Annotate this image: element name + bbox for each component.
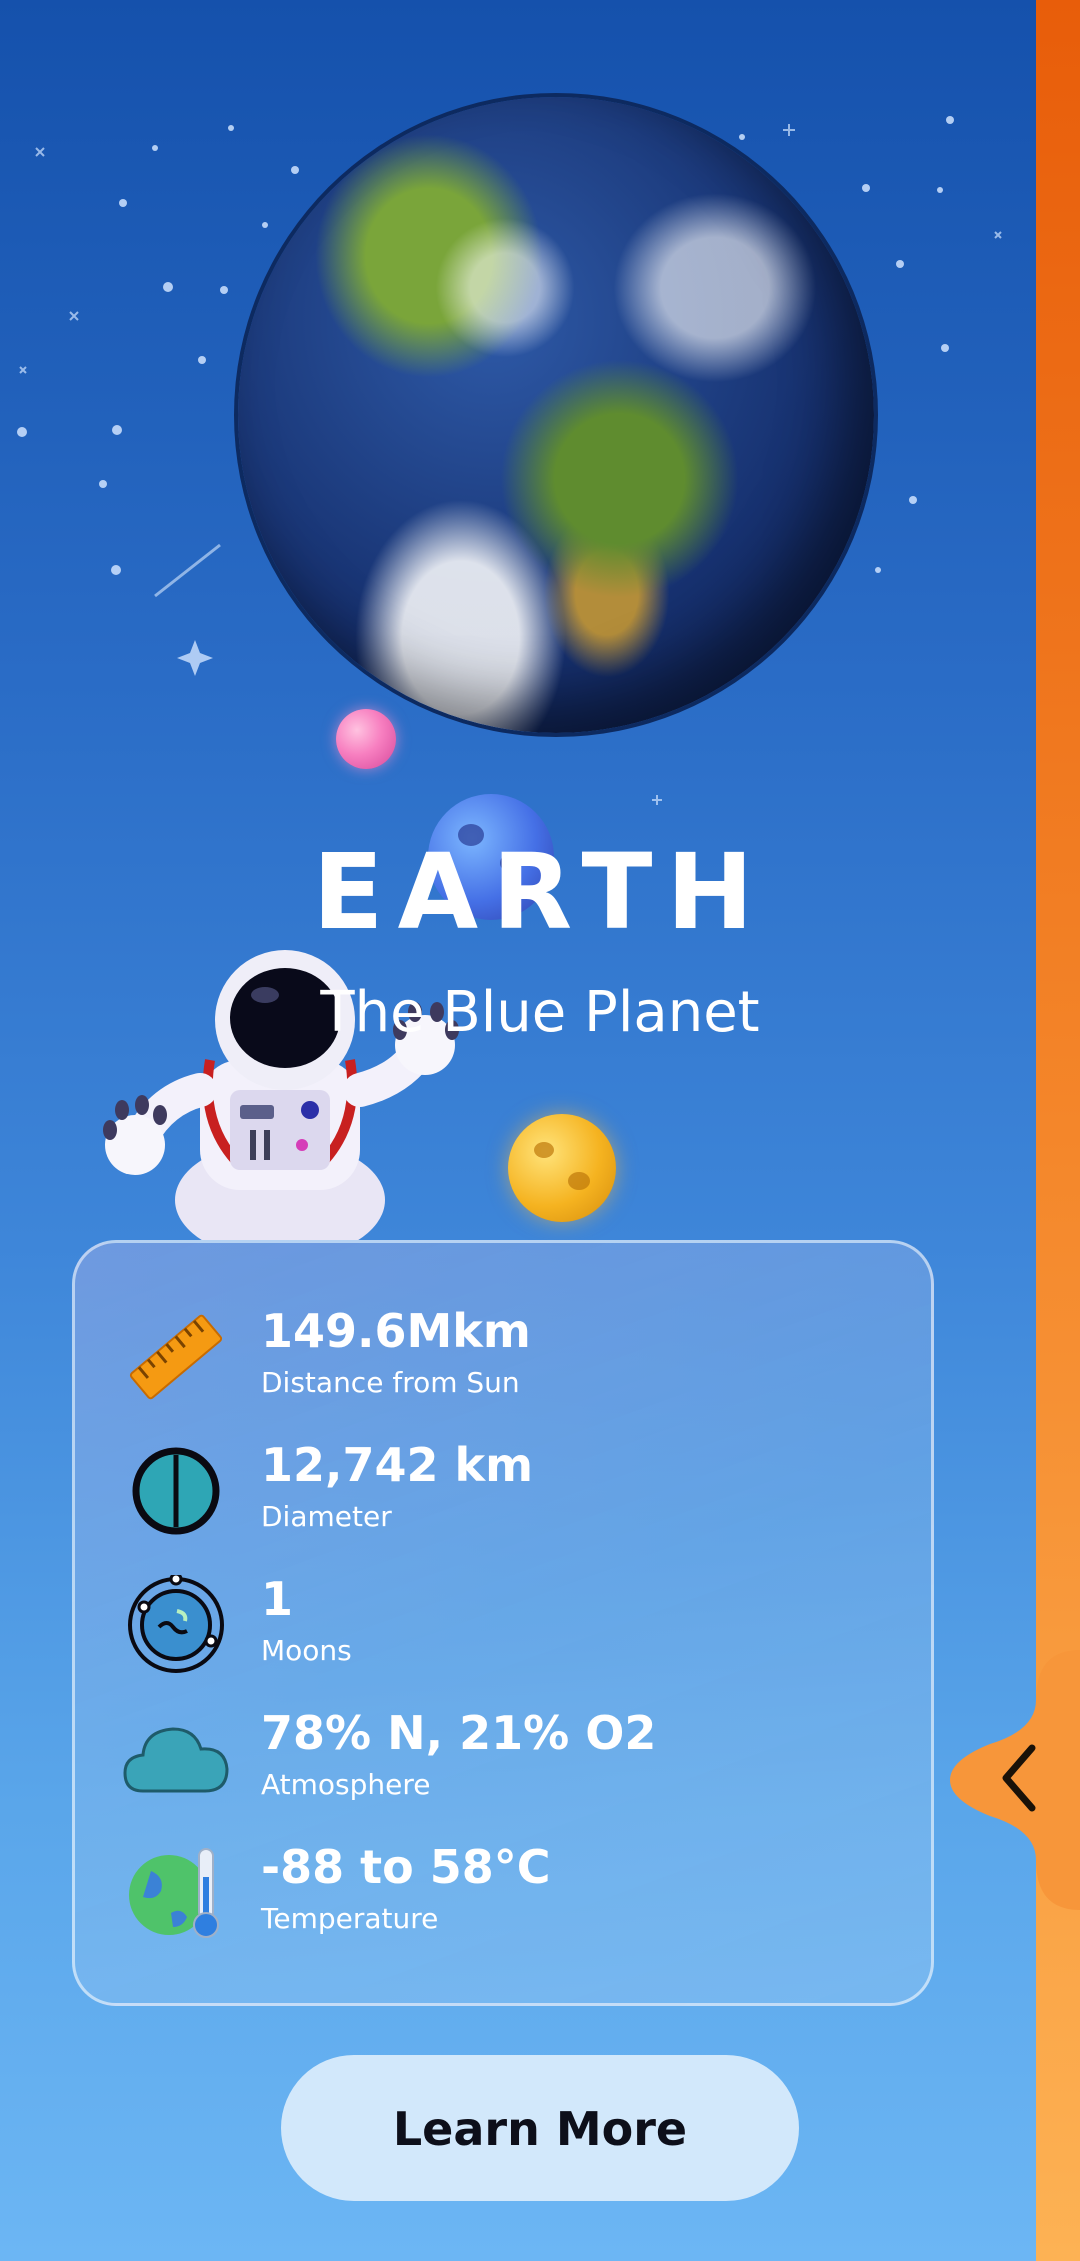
moon-orbit-icon [128, 1575, 224, 1673]
earth-illustration [238, 97, 874, 733]
stat-label: Distance from Sun [261, 1366, 520, 1399]
stat-distance: 149.6Mkm Distance from Sun [75, 1301, 931, 1421]
stat-value: 78% N, 21% O2 [261, 1706, 657, 1760]
stat-value: 1 [261, 1572, 294, 1626]
pink-planet-decoration [336, 709, 396, 769]
stat-value: 12,742 km [261, 1438, 534, 1492]
thermometer-globe-icon [129, 1848, 219, 1938]
planet-subtitle: The Blue Planet [320, 980, 760, 1045]
stat-moons: 1 Moons [75, 1569, 931, 1689]
learn-more-button[interactable]: Learn More [281, 2055, 799, 2201]
stat-label: Moons [261, 1634, 352, 1667]
stat-value: 149.6Mkm [261, 1304, 531, 1358]
collapse-drawer-handle[interactable] [950, 1650, 1080, 1910]
stat-atmosphere: 78% N, 21% O2 Atmosphere [75, 1703, 931, 1823]
diameter-icon [132, 1447, 220, 1535]
cloud-icon [123, 1727, 229, 1793]
stat-value: -88 to 58°C [261, 1840, 551, 1894]
stat-label: Atmosphere [261, 1768, 431, 1801]
stat-label: Diameter [261, 1500, 392, 1533]
side-accent-bar [1036, 0, 1080, 2261]
yellow-planet-decoration [508, 1114, 616, 1222]
stat-temperature: -88 to 58°C Temperature [75, 1837, 931, 1957]
stat-diameter: 12,742 km Diameter [75, 1435, 931, 1555]
stat-label: Temperature [261, 1902, 439, 1935]
planet-title: EARTH [312, 831, 768, 953]
ruler-icon [129, 1314, 223, 1400]
stats-card: 149.6Mkm Distance from Sun 12,742 km Dia… [72, 1240, 934, 2006]
